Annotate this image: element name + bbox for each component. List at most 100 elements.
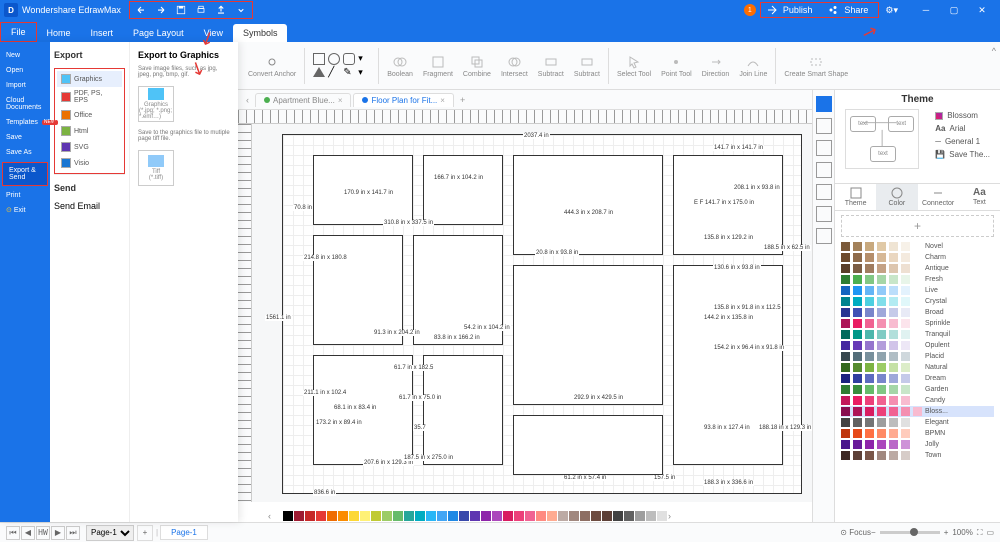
- colorbar-swatch[interactable]: [569, 511, 579, 521]
- file-open[interactable]: Open: [0, 63, 50, 78]
- colorbar-swatch[interactable]: [349, 511, 359, 521]
- fit-width-icon[interactable]: ▭: [986, 528, 994, 537]
- colorbar-swatch[interactable]: [558, 511, 568, 521]
- join-line-button[interactable]: Join Line: [735, 52, 771, 80]
- pen-shape-icon[interactable]: ✎: [343, 67, 355, 79]
- close-icon[interactable]: ✕: [968, 0, 996, 20]
- line-shape[interactable]: ╱: [328, 67, 340, 79]
- tab-prev-icon[interactable]: ‹: [242, 95, 253, 105]
- colorbar-swatch[interactable]: [371, 511, 381, 521]
- room-box[interactable]: [423, 355, 503, 465]
- colorbar-swatch[interactable]: [338, 511, 348, 521]
- minimize-icon[interactable]: ─: [912, 0, 940, 20]
- convert-anchor-button[interactable]: Convert Anchor: [244, 52, 300, 80]
- rectangle-shape[interactable]: [313, 53, 325, 65]
- export-tiff-tile[interactable]: Tiff(*.tiff): [138, 150, 174, 186]
- settings-icon[interactable]: ⚙▾: [885, 5, 898, 16]
- pc-next-icon[interactable]: ▶: [51, 526, 65, 540]
- room-box[interactable]: [313, 235, 403, 345]
- align-panel-icon[interactable]: [816, 184, 832, 200]
- subtract-button-2[interactable]: Subtract: [570, 52, 604, 80]
- combine-button[interactable]: Combine: [459, 52, 495, 80]
- comments-panel-icon[interactable]: [816, 228, 832, 244]
- palette-row[interactable]: Fresh: [841, 274, 994, 285]
- colorbar-swatch[interactable]: [503, 511, 513, 521]
- colorbar-swatch[interactable]: [525, 511, 535, 521]
- opt-save-theme[interactable]: 💾Save The...: [935, 148, 990, 161]
- opt-font[interactable]: AaArial: [935, 122, 990, 135]
- colorbar-swatch[interactable]: [448, 511, 458, 521]
- colorbar-swatch[interactable]: [624, 511, 634, 521]
- file-cloud-documents[interactable]: Cloud Documents: [0, 93, 50, 115]
- palette-row[interactable]: Broad: [841, 307, 994, 318]
- print-icon[interactable]: [192, 2, 210, 18]
- export-svg[interactable]: SVG: [57, 139, 122, 155]
- palette-row[interactable]: Dream: [841, 373, 994, 384]
- file-templates[interactable]: TemplatesNEW: [0, 115, 50, 130]
- colorbar-swatch[interactable]: [481, 511, 491, 521]
- tab-close-icon[interactable]: ×: [440, 96, 445, 105]
- palette-row[interactable]: Town: [841, 450, 994, 461]
- fit-page-icon[interactable]: ⛶: [977, 528, 983, 538]
- pc-last-icon[interactable]: ⏭: [66, 526, 80, 540]
- ribbon-collapse-icon[interactable]: ^: [992, 46, 996, 56]
- colorbar-swatch[interactable]: [514, 511, 524, 521]
- zoom-slider[interactable]: [880, 531, 940, 534]
- colorbar-next-icon[interactable]: ›: [668, 511, 671, 521]
- colorbar-swatch[interactable]: [426, 511, 436, 521]
- colorbar-swatch[interactable]: [602, 511, 612, 521]
- doc-tab-floorplan[interactable]: Floor Plan for Fit...×: [353, 93, 453, 107]
- palette-row[interactable]: Bloss...: [841, 406, 994, 417]
- share-button[interactable]: Share: [824, 5, 876, 15]
- colorbar-swatch[interactable]: [635, 511, 645, 521]
- palette-row[interactable]: Novel: [841, 241, 994, 252]
- colorbar-swatch[interactable]: [470, 511, 480, 521]
- boolean-button[interactable]: Boolean: [383, 52, 417, 80]
- menu-symbols[interactable]: Symbols: [233, 24, 288, 42]
- tab-add-icon[interactable]: +: [456, 95, 469, 105]
- export-pdf[interactable]: PDF, PS, EPS: [57, 87, 122, 107]
- quick-access-dropdown-icon[interactable]: [232, 2, 250, 18]
- palette-row[interactable]: Placid: [841, 351, 994, 362]
- file-import[interactable]: Import: [0, 78, 50, 93]
- palette-row[interactable]: Opulent: [841, 340, 994, 351]
- intersect-button[interactable]: Intersect: [497, 52, 532, 80]
- theme-tab-connector[interactable]: Connector: [918, 184, 959, 210]
- room-box[interactable]: [673, 265, 783, 465]
- direction-button[interactable]: Direction: [698, 52, 734, 80]
- select-tool-button[interactable]: Select Tool: [613, 52, 655, 80]
- zoom-out-button[interactable]: −: [871, 528, 876, 537]
- palette-row[interactable]: Jolly: [841, 439, 994, 450]
- page-setup-icon[interactable]: [816, 140, 832, 156]
- colorbar-swatch[interactable]: [283, 511, 293, 521]
- focus-toggle[interactable]: ⊙ Focus: [840, 528, 871, 537]
- export-icon[interactable]: [212, 2, 230, 18]
- drawing-canvas[interactable]: 2037.4 in166.7 in x 104.2 in170.9 in x 1…: [252, 124, 812, 502]
- fragment-button[interactable]: Fragment: [419, 52, 457, 80]
- palette-row[interactable]: Candy: [841, 395, 994, 406]
- opt-connector[interactable]: ─General 1: [935, 135, 990, 148]
- tab-close-icon[interactable]: ×: [338, 96, 343, 105]
- room-box[interactable]: [423, 155, 503, 225]
- export-graphics[interactable]: Graphics: [57, 71, 122, 87]
- file-exit[interactable]: ⊙ Exit: [0, 203, 50, 218]
- colorbar-swatch[interactable]: [327, 511, 337, 521]
- palette-row[interactable]: Sprinkle: [841, 318, 994, 329]
- room-box[interactable]: [513, 155, 663, 255]
- undo-icon[interactable]: [132, 2, 150, 18]
- menu-file[interactable]: File: [0, 22, 37, 42]
- palette-row[interactable]: Antique: [841, 263, 994, 274]
- zoom-in-button[interactable]: +: [944, 528, 949, 537]
- colorbar-swatch[interactable]: [437, 511, 447, 521]
- palette-row[interactable]: Tranquil: [841, 329, 994, 340]
- theme-tab-text[interactable]: AaText: [959, 184, 1000, 210]
- menu-page-layout[interactable]: Page Layout: [123, 24, 194, 42]
- colorbar-swatch[interactable]: [492, 511, 502, 521]
- colorbar-swatch[interactable]: [547, 511, 557, 521]
- page-add-icon[interactable]: +: [137, 525, 153, 541]
- colorbar-swatch[interactable]: [459, 511, 469, 521]
- menu-insert[interactable]: Insert: [81, 24, 124, 42]
- publish-button[interactable]: Publish: [763, 5, 821, 15]
- pc-layout-icon[interactable]: HW: [36, 526, 50, 540]
- colorbar-swatch[interactable]: [272, 511, 282, 521]
